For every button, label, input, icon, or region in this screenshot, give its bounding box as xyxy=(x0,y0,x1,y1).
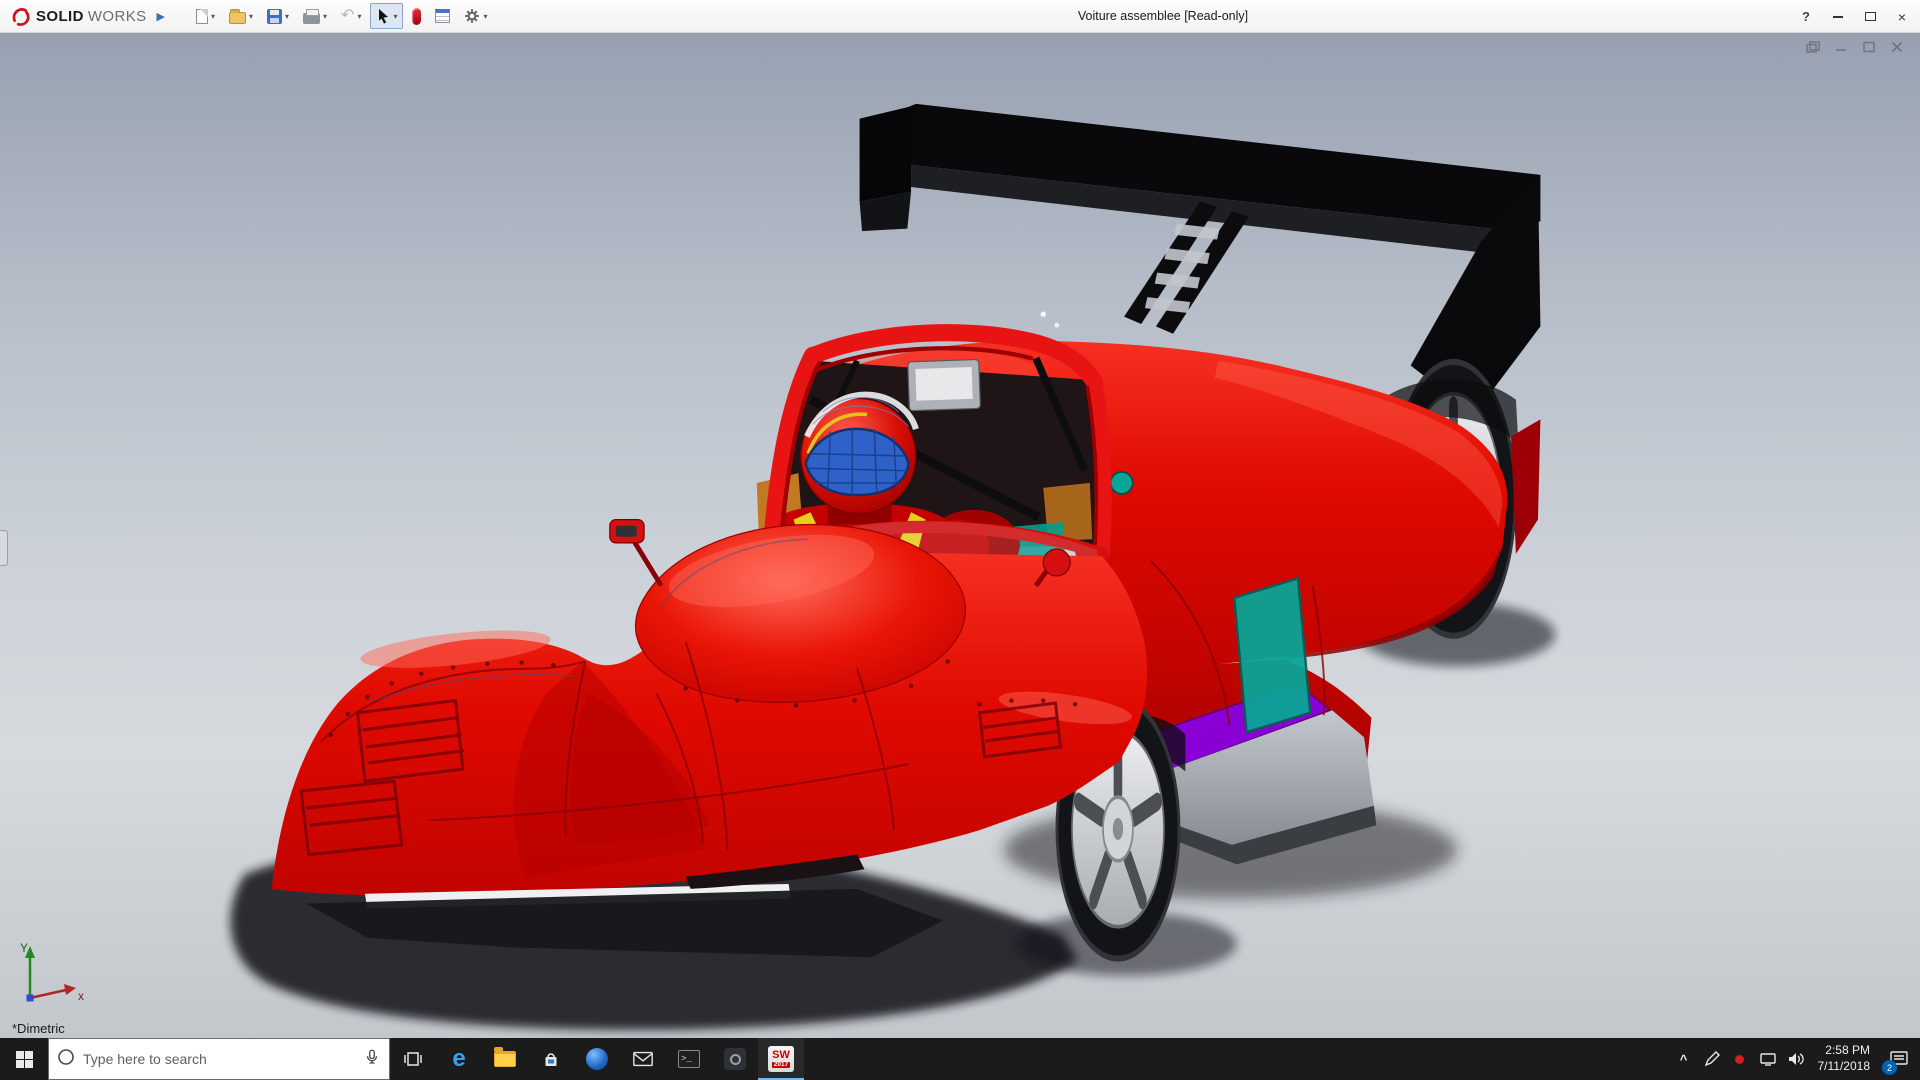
microphone-icon[interactable] xyxy=(363,1047,381,1072)
appearance-bead-icon xyxy=(412,8,421,25)
tray-network-button[interactable] xyxy=(1754,1038,1782,1080)
caret-icon[interactable]: ▾ xyxy=(323,12,327,21)
rearview-mirror[interactable] xyxy=(908,359,981,410)
taskbar-browser-button[interactable] xyxy=(574,1038,620,1080)
orientation-triad: Y x xyxy=(14,936,94,1016)
tray-volume-button[interactable] xyxy=(1782,1038,1810,1080)
windows-taskbar: e >_ SW 2017 ^ 2:58 PM 7/ xyxy=(0,1038,1920,1080)
new-document-icon xyxy=(196,9,208,24)
design-table-icon xyxy=(435,9,450,23)
taskbar-file-explorer-button[interactable] xyxy=(482,1038,528,1080)
gear-icon xyxy=(464,8,480,24)
caret-icon[interactable]: ▾ xyxy=(357,12,361,21)
caret-icon[interactable]: ▾ xyxy=(285,12,289,21)
y-axis-label: Y xyxy=(20,941,28,955)
maximize-button[interactable] xyxy=(1854,0,1886,33)
command-prompt-icon: >_ xyxy=(678,1050,700,1068)
file-explorer-icon xyxy=(494,1051,516,1067)
network-icon xyxy=(1759,1051,1777,1067)
caret-icon[interactable]: ▾ xyxy=(249,12,253,21)
cad-viewer-icon xyxy=(724,1048,746,1070)
notification-badge: 2 xyxy=(1882,1060,1897,1075)
task-view-icon xyxy=(402,1049,424,1069)
help-button[interactable]: ? xyxy=(1790,0,1822,33)
print-icon xyxy=(303,13,320,24)
document-window-controls xyxy=(1804,40,1906,54)
close-button[interactable]: × xyxy=(1886,0,1918,33)
menu-expand-arrow[interactable]: ▶ xyxy=(157,10,165,23)
taskbar-solidworks-button[interactable]: SW 2017 xyxy=(758,1038,804,1080)
document-title: Voiture assemblee [Read-only] xyxy=(1078,0,1248,33)
cortana-icon xyxy=(57,1048,75,1071)
select-cursor-icon xyxy=(376,8,390,24)
browser-sphere-icon xyxy=(586,1048,608,1070)
tray-ink-button[interactable] xyxy=(1698,1038,1726,1080)
ds-logo-icon xyxy=(10,5,32,27)
open-folder-icon xyxy=(229,12,246,24)
solidworks-logo: SOLIDWORKS xyxy=(0,5,147,27)
z-axis-origin xyxy=(27,995,34,1002)
view-orientation-label: *Dimetric xyxy=(12,1021,65,1036)
window-controls: ? × xyxy=(1790,0,1918,33)
taskbar-edge-button[interactable]: e xyxy=(436,1038,482,1080)
windows-ink-icon xyxy=(1704,1051,1720,1067)
x-axis-label: x xyxy=(78,989,84,1003)
solidworks-2017-icon: SW 2017 xyxy=(768,1046,794,1072)
taskbar-spacer xyxy=(804,1038,1670,1080)
doc-close-button[interactable] xyxy=(1888,40,1906,54)
taskbar-mail-button[interactable] xyxy=(620,1038,666,1080)
chevron-up-icon: ^ xyxy=(1680,1052,1688,1067)
options-button[interactable]: ▾ xyxy=(459,3,492,29)
titlebar: SOLIDWORKS ▶ ▾ ▾ ▾ ▾ ↶▾ ▾ ▾ Voiture asse… xyxy=(0,0,1920,33)
search-input[interactable] xyxy=(83,1051,355,1067)
print-button[interactable]: ▾ xyxy=(298,3,332,29)
clock-time: 2:58 PM xyxy=(1825,1043,1870,1059)
doc-restore-button[interactable] xyxy=(1804,40,1822,54)
graphics-viewport[interactable]: Y x *Dimetric xyxy=(0,33,1920,1038)
new-document-button[interactable]: ▾ xyxy=(191,3,220,29)
open-button[interactable]: ▾ xyxy=(224,3,258,29)
speaker-icon xyxy=(1787,1051,1805,1067)
taskbar-store-button[interactable] xyxy=(528,1038,574,1080)
design-table-button[interactable] xyxy=(430,3,455,29)
brand-works: WORKS xyxy=(88,8,147,25)
taskbar-cad-viewer-button[interactable] xyxy=(712,1038,758,1080)
save-button[interactable]: ▾ xyxy=(262,3,294,29)
start-button[interactable] xyxy=(0,1038,48,1080)
appearance-button[interactable] xyxy=(407,3,426,29)
store-bag-icon xyxy=(541,1049,561,1069)
action-center-button[interactable]: 2 xyxy=(1878,1038,1920,1080)
clock-date: 7/11/2018 xyxy=(1818,1059,1871,1075)
save-icon xyxy=(267,9,282,24)
brand-solid: SOLID xyxy=(36,8,84,25)
caret-icon[interactable]: ▾ xyxy=(483,12,487,21)
search-box[interactable] xyxy=(48,1038,390,1080)
doc-maximize-button[interactable] xyxy=(1860,40,1878,54)
feature-tree-collapse-tab[interactable] xyxy=(0,530,8,566)
x-axis-arrow xyxy=(64,984,76,995)
undo-icon: ↶ xyxy=(341,8,354,24)
minimize-button[interactable] xyxy=(1822,0,1854,33)
tray-expand-button[interactable]: ^ xyxy=(1670,1038,1698,1080)
task-view-button[interactable] xyxy=(390,1038,436,1080)
edge-icon: e xyxy=(452,1047,465,1071)
maximize-icon xyxy=(1865,12,1876,21)
quick-toolbar: ▾ ▾ ▾ ▾ ↶▾ ▾ ▾ xyxy=(191,3,493,29)
doc-minimize-button[interactable] xyxy=(1832,40,1850,54)
undo-button[interactable]: ↶▾ xyxy=(336,3,366,29)
windows-logo-icon xyxy=(16,1051,33,1068)
solidworks-window: SOLIDWORKS ▶ ▾ ▾ ▾ ▾ ↶▾ ▾ ▾ Voiture asse… xyxy=(0,0,1920,1080)
taskbar-clock[interactable]: 2:58 PM 7/11/2018 xyxy=(1810,1038,1879,1080)
red-process-icon xyxy=(1735,1055,1744,1064)
tray-process-button[interactable] xyxy=(1726,1038,1754,1080)
left-mirror xyxy=(610,520,661,586)
select-tool-button[interactable]: ▾ xyxy=(370,3,403,29)
minimize-icon xyxy=(1833,16,1843,18)
caret-icon[interactable]: ▾ xyxy=(211,12,215,21)
taskbar-cmd-button[interactable]: >_ xyxy=(666,1038,712,1080)
caret-icon[interactable]: ▾ xyxy=(393,12,397,21)
mail-icon xyxy=(632,1050,654,1068)
car-model-view[interactable] xyxy=(0,33,1920,1038)
